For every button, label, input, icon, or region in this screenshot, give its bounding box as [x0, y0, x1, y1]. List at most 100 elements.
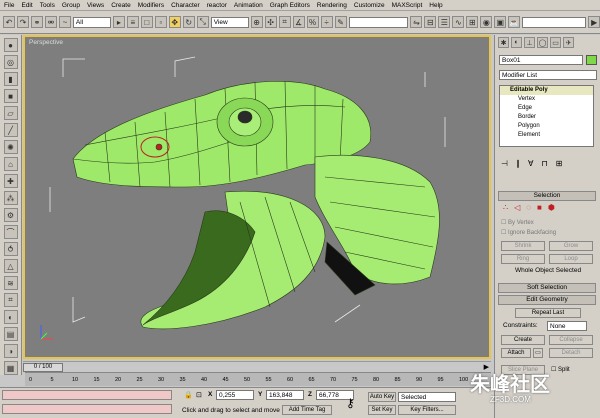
- soft-selection-rollout-header[interactable]: Soft Selection: [498, 283, 596, 293]
- menu-item-tools[interactable]: Tools: [40, 2, 55, 9]
- menu-item-character[interactable]: Character: [171, 2, 200, 9]
- maxscript-listener-field[interactable]: [2, 390, 172, 400]
- edge-mode-icon[interactable]: ◁: [514, 203, 520, 212]
- select-move-icon[interactable]: ✥: [168, 16, 181, 28]
- render-type-dropdown[interactable]: [522, 16, 587, 28]
- light-icon[interactable]: ✺: [3, 140, 18, 154]
- spinner-snap-icon[interactable]: ÷: [320, 16, 333, 28]
- menu-item-modifiers[interactable]: Modifiers: [138, 2, 164, 9]
- named-selection-dropdown[interactable]: [348, 16, 409, 28]
- detach-button[interactable]: Detach: [549, 348, 593, 358]
- bend-icon[interactable]: ⌒: [3, 225, 18, 239]
- x-coordinate-field[interactable]: 0,255: [216, 390, 254, 400]
- menu-item-create[interactable]: Create: [111, 2, 131, 9]
- torus-icon[interactable]: ◎: [3, 55, 18, 69]
- attach-list-icon[interactable]: ▭: [533, 348, 543, 358]
- menu-item-customize[interactable]: Customize: [354, 2, 385, 9]
- menu-item-maxscript[interactable]: MAXScript: [392, 2, 423, 9]
- configure-sets-icon[interactable]: ⊞: [556, 159, 563, 168]
- lattice-icon[interactable]: ⌗: [3, 293, 18, 307]
- schematic-view-icon[interactable]: ⊞: [466, 16, 479, 28]
- twist-icon[interactable]: ⥀: [3, 242, 18, 256]
- cylinder-icon[interactable]: ▮: [3, 72, 18, 86]
- show-end-result-icon[interactable]: ∥: [516, 159, 520, 168]
- mirror-icon[interactable]: ⇋: [410, 16, 423, 28]
- smooth-icon[interactable]: ◐: [3, 310, 18, 324]
- add-time-tag-button[interactable]: Add Time Tag: [282, 405, 332, 415]
- bind-spacewarp-icon[interactable]: ~: [58, 16, 71, 28]
- object-name-field[interactable]: Box01: [499, 55, 583, 65]
- box-icon[interactable]: ■: [3, 89, 18, 103]
- selection-filter-dropdown[interactable]: All: [72, 16, 111, 28]
- reference-coordinate-dropdown[interactable]: View: [210, 16, 249, 28]
- attach-button[interactable]: Attach: [501, 348, 531, 358]
- time-slider-bar[interactable]: 0 / 100 ▶: [23, 361, 491, 372]
- hierarchy-tab-icon[interactable]: ⊥: [524, 37, 535, 48]
- modifier-icon[interactable]: ⚙: [3, 208, 18, 222]
- camera-icon[interactable]: ⌂: [3, 157, 18, 171]
- absolute-mode-icon[interactable]: ⊡: [196, 391, 202, 399]
- angle-snap-icon[interactable]: ∡: [292, 16, 305, 28]
- percent-snap-icon[interactable]: %: [306, 16, 319, 28]
- ignore-backfacing-checkbox[interactable]: ☐ Ignore Backfacing: [501, 229, 556, 236]
- stack-item-polygon[interactable]: Polygon: [500, 122, 593, 131]
- quick-render-icon[interactable]: ▶: [588, 16, 600, 28]
- time-slider-thumb[interactable]: 0 / 100: [23, 363, 63, 372]
- create-tab-icon[interactable]: ✱: [498, 37, 509, 48]
- motion-tab-icon[interactable]: ◯: [537, 37, 548, 48]
- loop-button[interactable]: Loop: [549, 254, 593, 264]
- collapse-button[interactable]: Collapse: [549, 335, 593, 345]
- render-setup-icon[interactable]: ▣: [494, 16, 507, 28]
- layer-manager-icon[interactable]: ☰: [438, 16, 451, 28]
- menu-item-rendering[interactable]: Rendering: [317, 2, 347, 9]
- create-button[interactable]: Create: [501, 335, 545, 345]
- align-icon[interactable]: ⊟: [424, 16, 437, 28]
- split-checkbox[interactable]: ☐ Split: [551, 366, 570, 373]
- select-by-name-icon[interactable]: ≡: [126, 16, 139, 28]
- manipulate-icon[interactable]: ✣: [264, 16, 277, 28]
- modify-tab-icon[interactable]: ◐: [511, 37, 522, 48]
- helper-icon[interactable]: ✚: [3, 174, 18, 188]
- unwrap-icon[interactable]: ▤: [3, 327, 18, 341]
- perspective-viewport[interactable]: Perspective: [23, 35, 491, 359]
- edit-named-selection-icon[interactable]: ✎: [334, 16, 347, 28]
- key-icon[interactable]: ⚷: [346, 396, 355, 410]
- redo-icon[interactable]: ↷: [16, 16, 29, 28]
- select-rotate-icon[interactable]: ↻: [182, 16, 195, 28]
- menu-item-edit[interactable]: Edit: [21, 2, 32, 9]
- plane-icon[interactable]: ▱: [3, 106, 18, 120]
- by-vertex-checkbox[interactable]: ☐ By Vertex: [501, 219, 534, 226]
- pin-stack-icon[interactable]: ⊣: [501, 159, 508, 168]
- stack-item-border[interactable]: Border: [500, 113, 593, 122]
- pivot-center-icon[interactable]: ⊕: [250, 16, 263, 28]
- stack-item-edge[interactable]: Edge: [500, 104, 593, 113]
- track-bar[interactable]: 0 5 10 15 20 25 30 35 40 45 50 55 60 65 70 75 80 85 90 95 10…: [25, 372, 491, 386]
- unlink-icon[interactable]: ⚮: [44, 16, 57, 28]
- render-icon[interactable]: ☕: [508, 16, 521, 28]
- menu-item-views[interactable]: Views: [87, 2, 104, 9]
- menu-item-help[interactable]: Help: [429, 2, 442, 9]
- border-mode-icon[interactable]: ◌: [526, 203, 531, 212]
- taper-icon[interactable]: △: [3, 259, 18, 273]
- noise-icon[interactable]: ≋: [3, 276, 18, 290]
- sphere-icon[interactable]: ●: [3, 38, 18, 52]
- y-coordinate-field[interactable]: 163,848: [266, 390, 304, 400]
- particle-icon[interactable]: ⁂: [3, 191, 18, 205]
- menu-item-reactor[interactable]: reactor: [207, 2, 227, 9]
- window-crossing-icon[interactable]: ▫: [154, 16, 167, 28]
- selection-rollout-header[interactable]: Selection: [498, 191, 596, 201]
- stack-item-element[interactable]: Element: [500, 131, 593, 140]
- snaps-icon[interactable]: ⌗: [278, 16, 291, 28]
- repeat-last-button[interactable]: Repeat Last: [515, 308, 581, 318]
- select-object-icon[interactable]: ▸: [112, 16, 125, 28]
- menu-item-graph-editors[interactable]: Graph Editors: [270, 2, 310, 9]
- material-icon[interactable]: ◑: [3, 344, 18, 358]
- menu-item-group[interactable]: Group: [62, 2, 80, 9]
- key-filters-button[interactable]: Key Filters...: [398, 405, 456, 415]
- set-key-button[interactable]: Set Key: [368, 405, 396, 415]
- remove-modifier-icon[interactable]: ⊓: [541, 159, 547, 168]
- link-icon[interactable]: ⚭: [30, 16, 43, 28]
- make-unique-icon[interactable]: ∀: [528, 159, 533, 168]
- auto-key-button[interactable]: Auto Key: [368, 392, 396, 402]
- ring-button[interactable]: Ring: [501, 254, 545, 264]
